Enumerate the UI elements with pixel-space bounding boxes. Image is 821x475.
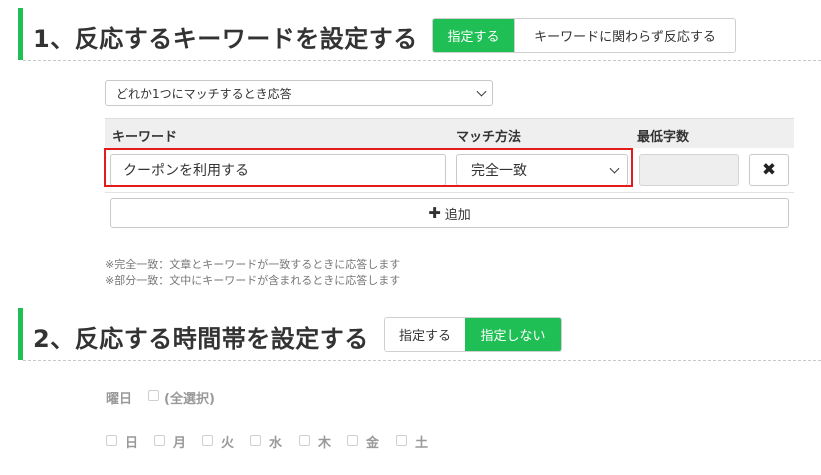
times-icon: ✖: [761, 160, 777, 180]
keyword-input-value: クーポンを利用する: [123, 163, 249, 179]
note-partial-match: ※部分一致：文中にキーワードが含まれるときに応答します: [105, 274, 401, 287]
specify-time-button[interactable]: 指定する: [385, 318, 465, 351]
day-label-sun: 日: [125, 436, 139, 451]
header-match-method: マッチ方法: [456, 130, 522, 145]
note-exact-match: ※完全一致：文章とキーワードが一致するときに応答します: [105, 258, 401, 271]
match-method-value: 完全一致: [471, 163, 527, 179]
day-label-fri: 金: [366, 436, 380, 451]
checkbox-sat[interactable]: [396, 435, 407, 446]
add-keyword-label: 追加: [444, 207, 471, 223]
select-all-checkbox[interactable]: [148, 390, 159, 401]
section2-title: 2、反応する時間帯を設定する: [33, 325, 369, 353]
plus-icon: ✚: [428, 204, 441, 222]
section2-toggle: 指定する 指定しない: [384, 317, 562, 352]
select-all-label: (全選択): [164, 392, 215, 407]
any-keyword-button[interactable]: キーワードに関わらず反応する: [514, 19, 735, 52]
specify-keyword-button[interactable]: 指定する: [433, 19, 514, 52]
chevron-down-icon: [476, 86, 487, 97]
match-condition-select[interactable]: どれか1つにマッチするとき応答: [105, 80, 493, 106]
chevron-down-icon: [609, 163, 620, 174]
keyword-input[interactable]: クーポンを利用する: [110, 154, 446, 186]
section2-accent-bar: [18, 308, 23, 360]
day-label-sat: 土: [415, 436, 429, 451]
day-label-thu: 木: [318, 436, 332, 451]
delete-row-button[interactable]: ✖: [749, 154, 789, 186]
section1-accent-bar: [18, 8, 23, 60]
add-keyword-button[interactable]: ✚ 追加: [110, 198, 789, 228]
weekday-label: 曜日: [106, 392, 133, 407]
header-min-chars: 最低字数: [637, 130, 690, 145]
checkbox-wed[interactable]: [250, 435, 261, 446]
section2-divider: [23, 360, 821, 361]
day-label-tue: 火: [221, 436, 235, 451]
checkbox-fri[interactable]: [347, 435, 358, 446]
header-keyword: キーワード: [112, 130, 178, 145]
keyword-table-header: キーワード マッチ方法 最低字数: [105, 118, 794, 149]
day-label-mon: 月: [173, 436, 187, 451]
section1-divider: [23, 60, 821, 61]
day-label-wed: 水: [269, 436, 283, 451]
min-chars-input[interactable]: [639, 154, 739, 186]
match-method-select[interactable]: 完全一致: [456, 154, 628, 186]
checkbox-tue[interactable]: [202, 435, 213, 446]
no-time-restriction-button[interactable]: 指定しない: [465, 318, 561, 351]
section1-toggle: 指定する キーワードに関わらず反応する: [432, 18, 736, 53]
checkbox-mon[interactable]: [154, 435, 165, 446]
checkbox-thu[interactable]: [299, 435, 310, 446]
match-condition-value: どれか1つにマッチするとき応答: [116, 86, 292, 101]
checkbox-sun[interactable]: [106, 435, 117, 446]
section1-title: 1、反応するキーワードを設定する: [33, 25, 418, 53]
